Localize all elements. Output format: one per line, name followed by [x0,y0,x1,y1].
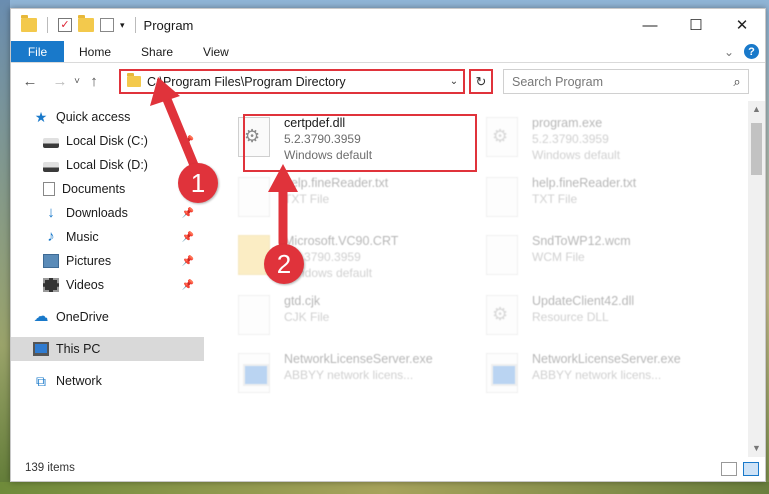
annotation-badge-1: 1 [178,163,218,203]
annotation-arrow-1 [150,77,298,248]
annotation-badge-2: 2 [264,244,304,284]
